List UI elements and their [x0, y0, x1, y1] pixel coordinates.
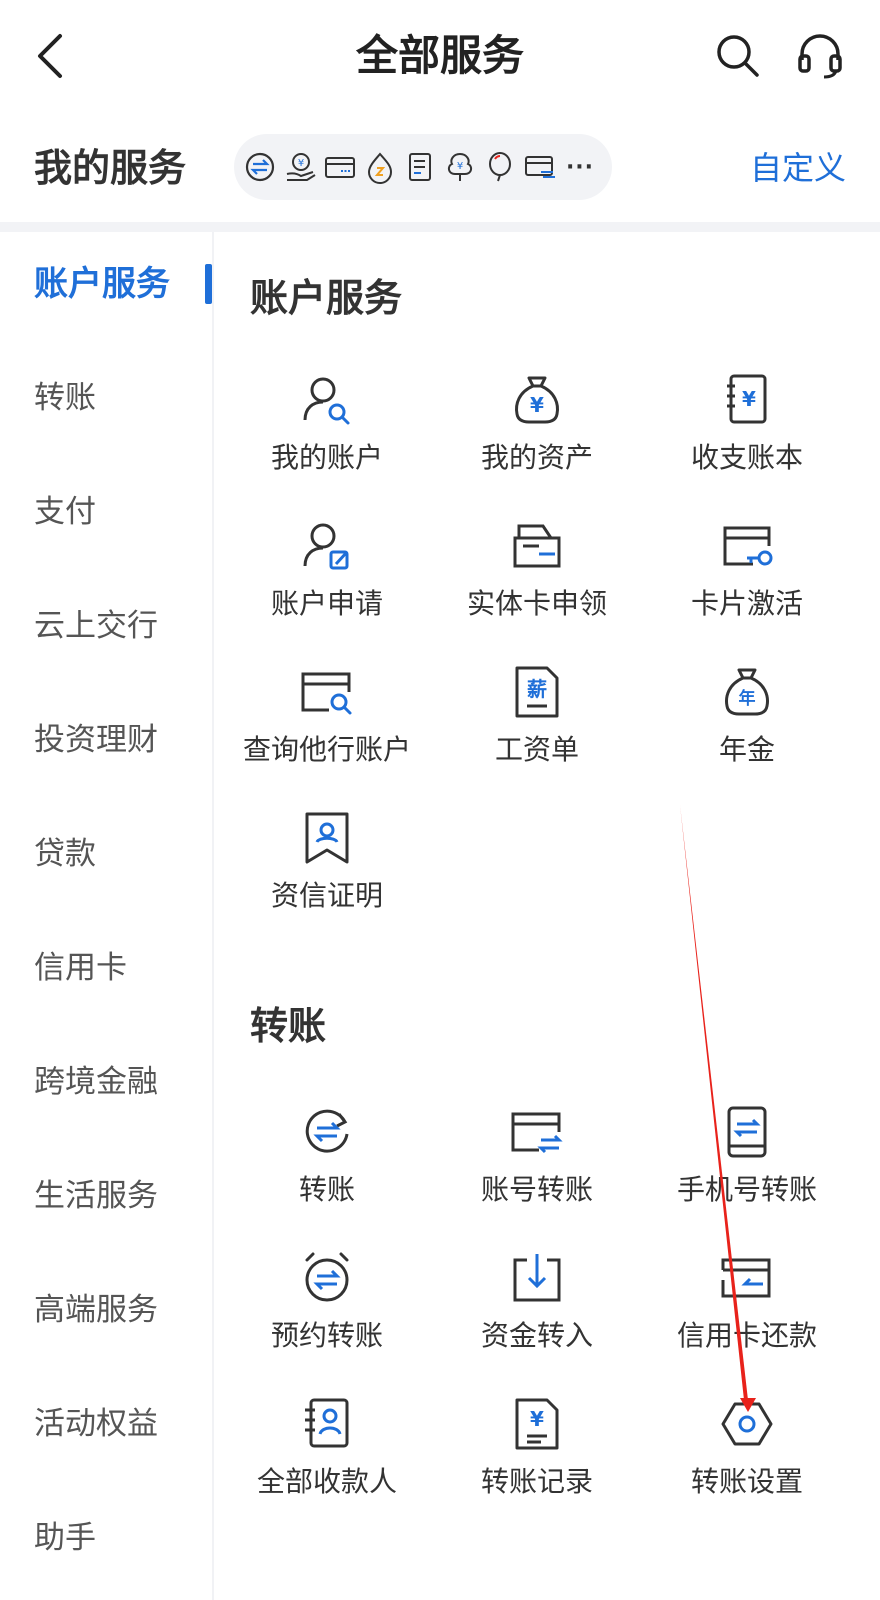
ledger-icon: ¥ [727, 374, 767, 424]
document-icon[interactable] [400, 147, 440, 187]
certificate-icon [305, 812, 349, 864]
svg-text:年: 年 [739, 688, 756, 709]
contacts-icon [305, 1398, 349, 1448]
receipt-yen-icon: ¥ [515, 1398, 559, 1450]
inbox-arrow-icon [513, 1254, 561, 1302]
transfer-circle-icon[interactable] [240, 147, 280, 187]
service-annuity[interactable]: 年 年金 [640, 664, 854, 804]
service-all-payees[interactable]: 全部收款人 [220, 1396, 434, 1536]
service-ledger[interactable]: ¥ 收支账本 [640, 372, 854, 512]
my-services-bar: 我的服务 ¥ ¥ ··· 自定义 [0, 116, 880, 222]
service-physical-card[interactable]: 实体卡申领 [430, 518, 644, 658]
card-box-icon [513, 524, 561, 568]
sidebar-item-promotions[interactable]: 活动权益 [34, 1402, 158, 1446]
phone-transfer-icon [727, 1106, 767, 1158]
service-scheduled-transfer[interactable]: 预约转账 [220, 1250, 434, 1390]
search-icon [717, 35, 759, 77]
hex-settings-icon [721, 1402, 773, 1446]
user-edit-icon [303, 523, 349, 570]
card-search-icon [301, 672, 352, 715]
sidebar-item-assistant[interactable]: 助手 [34, 1516, 96, 1560]
money-bag-icon: ¥ [515, 376, 559, 424]
svg-text:¥: ¥ [742, 387, 756, 411]
card-return-icon [721, 1258, 771, 1298]
hand-yen-icon[interactable]: ¥ [280, 147, 320, 187]
service-payslip[interactable]: 薪 工资单 [430, 664, 644, 804]
svg-text:¥: ¥ [530, 1407, 544, 1431]
flame-icon[interactable] [360, 147, 400, 187]
more-shortcuts[interactable]: ··· [560, 155, 600, 180]
service-phone-transfer[interactable]: 手机号转账 [640, 1104, 854, 1244]
service-card-activation[interactable]: 卡片激活 [640, 518, 854, 658]
service-other-bank-query[interactable]: 查询他行账户 [220, 664, 434, 804]
category-sidebar: 账户服务 转账 支付 云上交行 投资理财 贷款 信用卡 跨境金融 生活服务 高端… [0, 232, 214, 1600]
card-key-icon [723, 526, 773, 566]
card-transfer-icon [511, 1112, 563, 1154]
sidebar-item-premium[interactable]: 高端服务 [34, 1288, 158, 1332]
top-bar: 全部服务 [0, 0, 880, 116]
svg-text:¥: ¥ [530, 393, 544, 417]
annuity-bag-icon: 年 [725, 668, 769, 716]
search-button[interactable] [712, 30, 764, 82]
service-my-account[interactable]: 我的账户 [220, 372, 434, 512]
service-content: 账户服务 我的账户 ¥ 我的资产 ¥ 收支账本 账户申请 实体卡申领 卡片激活 … [216, 232, 880, 1600]
service-transfer-records[interactable]: ¥ 转账记录 [430, 1396, 644, 1536]
service-transfer[interactable]: 转账 [220, 1104, 434, 1244]
transfer-icon [305, 1109, 349, 1153]
section-divider [0, 222, 880, 232]
user-search-icon [303, 377, 350, 425]
svg-text:薪: 薪 [527, 677, 547, 701]
sidebar-item-life-services[interactable]: 生活服务 [34, 1174, 158, 1218]
section-title-account: 账户服务 [250, 276, 403, 320]
sidebar-item-cross-border[interactable]: 跨境金融 [34, 1060, 158, 1104]
card-icon[interactable] [320, 147, 360, 187]
balloon-icon[interactable] [480, 147, 520, 187]
svg-text:¥: ¥ [457, 161, 463, 172]
service-my-assets[interactable]: ¥ 我的资产 [430, 372, 644, 512]
active-indicator [205, 264, 212, 304]
sidebar-item-transfer[interactable]: 转账 [34, 376, 96, 420]
sidebar-item-loans[interactable]: 贷款 [34, 832, 96, 876]
sidebar-item-cloud-bank[interactable]: 云上交行 [34, 604, 158, 648]
tree-yen-icon[interactable]: ¥ [440, 147, 480, 187]
service-account-transfer[interactable]: 账号转账 [430, 1104, 644, 1244]
my-services-title: 我的服务 [34, 146, 187, 190]
service-transfer-settings[interactable]: 转账设置 [640, 1396, 854, 1536]
sidebar-item-account-services[interactable]: 账户服务 [34, 262, 170, 306]
svg-text:¥: ¥ [298, 158, 304, 169]
headset-icon [798, 34, 842, 79]
service-credit-certificate[interactable]: 资信证明 [220, 810, 434, 950]
my-services-shortcuts[interactable]: ¥ ¥ ··· [234, 134, 612, 200]
sidebar-item-credit-card[interactable]: 信用卡 [34, 946, 127, 990]
sidebar-item-investment[interactable]: 投资理财 [34, 718, 158, 762]
sidebar-item-payment[interactable]: 支付 [34, 490, 96, 534]
customer-service-button[interactable] [794, 30, 846, 82]
payslip-icon: 薪 [515, 666, 559, 718]
service-account-apply[interactable]: 账户申请 [220, 518, 434, 658]
alarm-transfer-icon [305, 1252, 349, 1302]
section-title-transfer: 转账 [250, 1004, 327, 1048]
customize-link[interactable]: 自定义 [750, 142, 846, 194]
service-fund-transfer-in[interactable]: 资金转入 [430, 1250, 644, 1390]
service-credit-card-repayment[interactable]: 信用卡还款 [640, 1250, 854, 1390]
card-transfer-icon[interactable] [520, 147, 560, 187]
